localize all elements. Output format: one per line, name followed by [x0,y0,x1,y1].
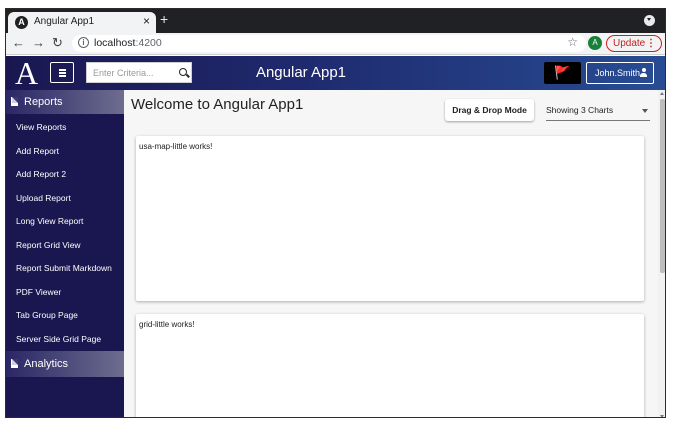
hamburger-menu-button[interactable] [50,62,74,83]
page-scrollbar[interactable] [658,90,665,417]
tab-strip: A Angular App1 × + [6,9,665,33]
sidebar-item-view-reports[interactable]: View Reports [16,122,66,132]
url-host: localhost [94,37,136,49]
section-label: Analytics [24,358,69,370]
card-text: usa-map-little works! [139,142,213,151]
app-title: Angular App1 [255,64,347,81]
dropdown-caret-icon [642,109,648,113]
user-menu-button[interactable]: John.Smith [586,62,654,84]
sidebar-section-reports[interactable]: Reports [6,90,124,114]
document-icon [11,97,18,106]
app-header: A Angular App1 🚩 John.Smith [6,56,665,90]
drag-drop-mode-button[interactable]: Drag & Drop Mode [445,99,534,121]
back-icon[interactable]: ← [12,35,25,50]
sidebar-item-server-side-grid-page[interactable]: Server Side Grid Page [16,334,101,344]
sidebar-item-tab-group-page[interactable]: Tab Group Page [16,310,78,320]
tab-close-icon[interactable]: × [143,14,150,28]
document-icon [11,359,18,368]
update-label: Update [613,38,646,49]
paint-bucket-icon: 🚩 [554,65,571,80]
reload-icon[interactable]: ↻ [52,35,63,51]
sidebar-item-report-submit-markdown[interactable]: Report Submit Markdown [16,263,112,273]
person-icon [640,68,647,77]
url-text[interactable]: localhost:4200 [94,37,162,49]
browser-window: A Angular App1 × + ← → ↻ i localhost:420… [5,8,666,418]
bookmark-star-icon[interactable]: ☆ [567,35,578,49]
sidebar: Reports View Reports Add Report Add Repo… [6,90,124,417]
update-button[interactable]: Update ⋮ [606,35,662,52]
user-name: John.Smith [595,68,641,78]
chart-card-usa-map[interactable]: usa-map-little works! [136,136,644,301]
menu-bar [59,69,66,71]
search-icon[interactable] [179,68,187,76]
charts-select-value: Showing 3 Charts [546,105,614,115]
theme-paint-bucket-button[interactable]: 🚩 [544,62,581,84]
address-bar[interactable]: i localhost:4200 ☆ [72,35,586,52]
search-input[interactable] [87,63,173,82]
browser-tab[interactable]: A Angular App1 × [8,12,156,33]
profile-avatar[interactable]: A [588,36,602,50]
sidebar-section-analytics[interactable]: Analytics [6,351,124,377]
sidebar-item-upload-report[interactable]: Upload Report [16,193,71,203]
main-content: Welcome to Angular App1 Drag & Drop Mode… [124,90,658,417]
section-label: Reports [24,96,63,108]
menu-bar [59,72,66,74]
window-menu-icon[interactable] [644,15,655,26]
scroll-thumb[interactable] [660,99,665,273]
menu-bar [59,75,66,77]
forward-icon[interactable]: → [32,35,45,50]
new-tab-icon[interactable]: + [160,11,168,27]
scroll-up-arrow-icon[interactable] [660,92,664,95]
sidebar-item-add-report-2[interactable]: Add Report 2 [16,169,66,179]
charts-select[interactable]: Showing 3 Charts [546,101,650,121]
card-text: grid-little works! [139,320,195,329]
chart-card-grid[interactable]: grid-little works! [136,314,644,417]
page-title: Welcome to Angular App1 [131,96,304,113]
sidebar-item-report-grid-view[interactable]: Report Grid View [16,240,81,250]
url-port: :4200 [135,37,162,49]
search-box [86,62,192,83]
sidebar-item-add-report[interactable]: Add Report [16,146,59,156]
angular-favicon-icon: A [15,16,28,29]
tab-title: Angular App1 [34,16,95,27]
info-icon[interactable]: i [78,37,89,48]
sidebar-item-long-view-report[interactable]: Long View Report [16,216,83,226]
sidebar-item-pdf-viewer[interactable]: PDF Viewer [16,287,61,297]
scroll-down-arrow-icon[interactable] [660,415,664,417]
brand-logo: A [15,55,39,91]
browser-toolbar: ← → ↻ i localhost:4200 ☆ A Update ⋮ [6,33,665,55]
kebab-menu-icon: ⋮ [646,38,656,49]
